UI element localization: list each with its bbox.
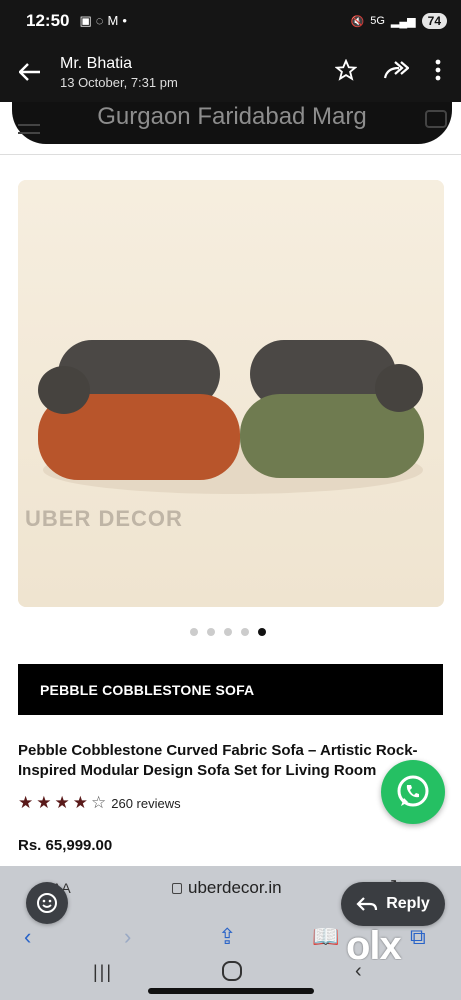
forward-icon[interactable]	[383, 60, 410, 85]
rating-stars[interactable]: ★ ★ ★ ★ ☆ 260 reviews	[18, 793, 181, 813]
message-header: Mr. Bhatia 13 October, 7:31 pm	[0, 42, 461, 102]
reply-button[interactable]: Reply	[341, 882, 445, 926]
carousel-dots	[190, 628, 266, 636]
carousel-dot[interactable]	[207, 628, 215, 636]
whatsapp-notif-icon: ◌	[95, 13, 104, 28]
cart-icon[interactable]	[425, 110, 447, 128]
star-outline-icon[interactable]	[334, 58, 358, 86]
browser-back-icon[interactable]: ‹	[24, 924, 31, 950]
lock-icon	[172, 883, 182, 895]
carousel-dot[interactable]	[190, 628, 198, 636]
product-image[interactable]: UBER DECOR	[18, 180, 444, 607]
product-price: Rs. 65,999.00	[18, 837, 113, 854]
brand-watermark: UBER DECOR	[25, 506, 183, 531]
carousel-dot[interactable]	[224, 628, 232, 636]
product-name-bar: PEBBLE COBBLESTONE SOFA	[18, 664, 443, 715]
star-empty-icon: ☆	[91, 793, 107, 812]
header-divider	[0, 154, 461, 155]
header-actions	[334, 58, 461, 86]
more-vert-icon[interactable]	[435, 59, 441, 86]
arrow-left-icon[interactable]	[0, 63, 60, 81]
hamburger-menu-icon[interactable]	[18, 118, 40, 140]
whatsapp-chat-button[interactable]	[381, 760, 445, 824]
review-count[interactable]: 260 reviews	[111, 796, 180, 811]
mute-icon: 🔇	[350, 15, 365, 28]
address-bar[interactable]: uberdecor.in	[172, 878, 282, 898]
tabs-icon[interactable]: ⧉	[410, 924, 426, 950]
home-icon[interactable]	[222, 961, 242, 981]
url-text: uberdecor.in	[188, 878, 282, 897]
sender-info[interactable]: Mr. Bhatia 13 October, 7:31 pm	[60, 55, 178, 90]
star-filled-icon: ★	[18, 793, 34, 812]
status-bar: 12:50 ▣ ◌ M • 🔇 5G ▂▄▆ 74	[0, 0, 461, 42]
emoji-button[interactable]	[26, 882, 68, 924]
carousel-dot-active[interactable]	[258, 628, 266, 636]
browser-forward-icon[interactable]: ›	[124, 924, 131, 950]
message-date: 13 October, 7:31 pm	[60, 74, 178, 90]
recent-apps-icon[interactable]: |||	[93, 962, 113, 983]
screen: 12:50 ▣ ◌ M • 🔇 5G ▂▄▆ 74 Gurgaon Farida…	[0, 0, 461, 1000]
star-filled-icon: ★	[72, 793, 88, 812]
bookmarks-icon[interactable]: 📖	[312, 924, 339, 950]
signal-icon: ▂▄▆	[390, 15, 416, 28]
share-icon[interactable]: ⇪	[218, 924, 236, 950]
battery-level: 74	[421, 13, 447, 29]
emoji-icon	[37, 893, 57, 913]
status-time: 12:50	[26, 11, 70, 30]
dot-icon: •	[122, 13, 127, 28]
gesture-indicator	[148, 988, 314, 994]
carousel-dot[interactable]	[241, 628, 249, 636]
right-sofa-arm	[375, 364, 423, 412]
whatsapp-icon	[397, 775, 429, 807]
product-title: Pebble Cobblestone Curved Fabric Sofa – …	[18, 742, 418, 779]
network-label: 5G	[370, 15, 385, 27]
screenshot-icon: ▣	[79, 13, 92, 28]
product-name-label: PEBBLE COBBLESTONE SOFA	[40, 681, 255, 698]
sender-name: Mr. Bhatia	[60, 54, 133, 72]
system-back-icon[interactable]: ‹	[355, 960, 362, 983]
status-right: 🔇 5G ▂▄▆ 74	[351, 13, 447, 29]
gmail-icon: M	[107, 13, 119, 28]
notification-icons: ▣ ◌ M •	[79, 13, 126, 29]
reply-icon	[356, 897, 378, 911]
star-filled-icon: ★	[54, 793, 70, 812]
reply-label: Reply	[386, 895, 430, 912]
left-sofa-arm	[38, 366, 90, 414]
star-filled-icon: ★	[36, 793, 52, 812]
banner-text: Gurgaon Faridabad Marg	[97, 103, 367, 130]
